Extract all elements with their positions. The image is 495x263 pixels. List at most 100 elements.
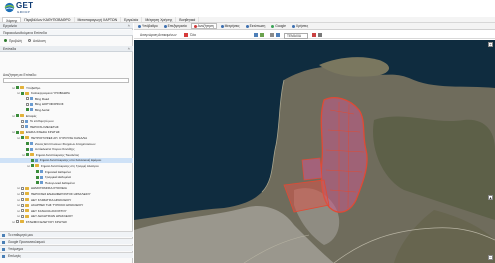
layer-tree-row[interactable]: ⊟ Επαφές bbox=[0, 113, 133, 118]
collapse-icon[interactable]: ⊟ bbox=[12, 114, 15, 118]
layer-checkbox[interactable] bbox=[21, 214, 24, 218]
layer-tree-row[interactable]: ⊟ ΔΕΥ ΚΛΙΜΑΤΙΚΑ ΗΡΑΚΛΕΙΟΥ bbox=[0, 197, 133, 202]
layer-select[interactable]: ΤΕΜΑΧΙΑ bbox=[284, 32, 308, 39]
menu-item-help[interactable]: Βοηθητικά bbox=[176, 17, 200, 22]
select-icon[interactable] bbox=[270, 33, 274, 37]
layer-tree-row[interactable]: ⊟ ΣΤΑΘΜΟΙ ΕΛΕΓΧΟΥ ΚΡΗΤΗΣ bbox=[0, 219, 133, 224]
layer-tree-row[interactable]: ⊟ Καλλιεργούμενα ΥΠΟΒΑΘΡΑ bbox=[0, 91, 133, 96]
layer-checkbox[interactable] bbox=[16, 86, 19, 89]
collapse-icon[interactable]: ⊟ bbox=[17, 198, 20, 202]
layer-checkbox[interactable] bbox=[26, 97, 29, 101]
collapse-icon[interactable]: ⊟ bbox=[12, 130, 15, 134]
layer-checkbox[interactable] bbox=[21, 186, 24, 190]
layer-tree-row[interactable]: Αυτόκλειστα Χώρου Συντάξης bbox=[0, 147, 133, 152]
tab-google[interactable]: Google bbox=[269, 23, 288, 29]
radio-analysis[interactable] bbox=[28, 39, 31, 42]
layer-checkbox[interactable] bbox=[26, 147, 29, 151]
collapse-icon[interactable]: ⊟ bbox=[17, 192, 20, 196]
pan-up-button[interactable]: ▴ bbox=[488, 195, 493, 200]
pan-icon[interactable] bbox=[260, 33, 264, 37]
tab-users[interactable]: Χρήστες bbox=[290, 23, 310, 29]
layer-tree-row[interactable]: ΠΕΡΙΟΧΗ ΜΕΛΕΤΗΣ bbox=[0, 124, 133, 129]
layer-checkbox[interactable] bbox=[21, 119, 24, 123]
layer-checkbox[interactable] bbox=[31, 164, 34, 168]
collapse-icon[interactable]: ⊟ bbox=[17, 91, 20, 95]
layer-checkbox[interactable] bbox=[26, 153, 29, 157]
layer-checkbox[interactable] bbox=[21, 136, 24, 140]
layer-tree-row[interactable]: ⊟ ΠΕΡΙΟΧΕΣ ΕΝΔΙΑΦΕΡΟΝΤΟΣ ΗΡΑΚΛΕΙΟΥ bbox=[0, 191, 133, 196]
panel-header-layers[interactable]: Επίπεδα ˄ bbox=[0, 46, 133, 52]
layer-checkbox[interactable] bbox=[21, 91, 24, 95]
layer-checkbox[interactable] bbox=[36, 175, 39, 179]
identify-icon[interactable] bbox=[184, 33, 188, 37]
layer-checkbox[interactable] bbox=[36, 170, 39, 173]
collapse-icon[interactable]: ⊟ bbox=[17, 136, 20, 140]
layer-tree-row[interactable]: Bing Aerial bbox=[0, 107, 133, 112]
layer-tree-row[interactable]: Σημειακά Δεδομένα bbox=[0, 169, 133, 174]
collapse-icon[interactable]: ⊟ bbox=[12, 220, 15, 224]
panel-header-watched[interactable]: Παρακολουθούμενα Επίπεδα bbox=[0, 30, 133, 36]
layer-tree-row[interactable]: Ζώνες Επιπτώσεων Στοιχείων Αποχετεύσεων bbox=[0, 141, 133, 146]
map-canvas[interactable]: + ▴ − bbox=[134, 40, 495, 263]
clear-icon[interactable] bbox=[312, 33, 316, 37]
accordion-options[interactable]: Επιλογές bbox=[0, 252, 133, 258]
tab-search[interactable]: Αναζήτηση bbox=[190, 23, 217, 29]
layer-checkbox[interactable] bbox=[36, 181, 39, 185]
layer-tree-row[interactable]: ⊟ ΠΕΤΡΟΓΛΥΦΕΣ ΑΠ. ΚΥΡΟΥΣΗ ΚΑΝΑΛΙΑ bbox=[0, 135, 133, 140]
chevron-up-icon[interactable]: ˄ bbox=[128, 23, 130, 29]
layer-checkbox[interactable] bbox=[21, 209, 24, 213]
layer-checkbox[interactable] bbox=[26, 108, 29, 112]
layer-checkbox[interactable] bbox=[26, 102, 29, 106]
zoom-out-button[interactable]: − bbox=[488, 255, 493, 260]
tab-basemap[interactable]: Υπόβαθρο bbox=[136, 23, 160, 29]
layer-tree-row[interactable]: ⊟ Σημεία Ανταπόκρισης Τουαλέτας bbox=[0, 152, 133, 157]
layer-tree-row[interactable]: Bing Road bbox=[0, 96, 133, 101]
layer-tree-row[interactable]: Το επιθυμητό μου bbox=[0, 119, 133, 124]
layer-tree-row[interactable]: ⊟ ΔΕΥ ΑΘΛΗΤΙΚΩΝ ΗΡΑΚΛΕΙΟΥ bbox=[0, 214, 133, 219]
layer-checkbox[interactable] bbox=[21, 198, 24, 201]
layer-checkbox[interactable] bbox=[16, 220, 19, 224]
layer-search-input[interactable] bbox=[3, 78, 129, 83]
satellite-map[interactable] bbox=[134, 40, 495, 263]
tab-measure[interactable]: Μετρήσεις bbox=[219, 23, 242, 29]
accordion-google[interactable]: Google Προσανατολισμού bbox=[0, 238, 133, 244]
parcel-overlay-3[interactable] bbox=[301, 157, 323, 181]
layer-tree-row[interactable]: Bing ΔΟΡΥΦΟΡΙΚΟΣ bbox=[0, 102, 133, 107]
layer-tree-row[interactable]: ⊟ ΕΙΔΙΚΑ ΣΧΕΔΙΑ ΚΡΗΤΗΣ bbox=[0, 130, 133, 135]
collapse-icon[interactable]: ⊟ bbox=[17, 186, 20, 190]
zoom-in-button[interactable]: + bbox=[488, 42, 493, 47]
collapse-icon[interactable]: ⊟ bbox=[17, 203, 20, 207]
layer-checkbox[interactable] bbox=[16, 130, 19, 134]
radio-view[interactable] bbox=[4, 39, 7, 42]
panel-header-tools[interactable]: Εργαλεία ˄ bbox=[0, 23, 133, 29]
layer-checkbox[interactable] bbox=[31, 158, 34, 162]
collapse-icon[interactable]: ⊟ bbox=[22, 153, 25, 157]
accordion-favorites[interactable]: Το επιθυμητό μου bbox=[0, 231, 133, 237]
tab-edit[interactable]: Επεξεργασία bbox=[162, 23, 189, 29]
layer-tree-row[interactable]: Πολυγωνικά Δεδομένα bbox=[0, 180, 133, 185]
layer-tree-row[interactable]: Σημεία Ανταπόκρισης υπό Κατασκευή Δρόμου bbox=[0, 157, 133, 163]
menu-item-maps[interactable]: Μεταπαραγωγή ΧΑΡΤΩΝ bbox=[75, 17, 122, 22]
menu-item-tools[interactable]: Εργαλεία bbox=[121, 17, 143, 22]
polygon-icon[interactable] bbox=[276, 33, 280, 37]
menu-item-environment[interactable]: Περιβάλλον ΚΑΘΥΠΟΒΑΘΡΟ bbox=[21, 17, 75, 22]
collapse-icon[interactable]: ⊟ bbox=[17, 214, 20, 218]
layer-tree-row[interactable]: ⊟ ΑΚΑΡΠΕΣ ΤΗΣ ΤΥΡΚΙΚΟ ΗΡΑΚΛΕΙΟΥ bbox=[0, 203, 133, 208]
layer-tree-row[interactable]: ⊟ Σημεία Ανταπόκρισης στη Γραμμή Αλλαγών bbox=[0, 163, 133, 168]
collapse-icon[interactable]: ⊟ bbox=[27, 164, 30, 168]
layer-checkbox[interactable] bbox=[21, 125, 24, 129]
accordion-legend[interactable]: Υπόμνημα bbox=[0, 245, 133, 251]
collapse-icon[interactable]: ⊟ bbox=[17, 209, 20, 213]
layer-tree-row[interactable]: Γραμμικά Δεδομένα bbox=[0, 175, 133, 180]
settings-icon[interactable] bbox=[318, 33, 322, 37]
layer-checkbox[interactable] bbox=[16, 114, 19, 117]
layer-tree-row[interactable]: ⊟ ΔΗΜΟΓΡΑΦΙΚΑ ΣΤΟΙΧΕΙΑ bbox=[0, 186, 133, 191]
layer-checkbox[interactable] bbox=[26, 142, 29, 145]
layer-checkbox[interactable] bbox=[21, 203, 24, 207]
tab-print[interactable]: Εκτύπωση bbox=[244, 23, 268, 29]
chevron-up-icon[interactable]: ˄ bbox=[128, 46, 130, 52]
zoom-in-icon[interactable] bbox=[254, 33, 258, 37]
layer-tree-row[interactable]: ⊟ ΔΕΥ ΚΑΝΑΛΙΑ ΑΝΟΙΧΤΟΥ bbox=[0, 208, 133, 213]
collapse-icon[interactable]: ⊟ bbox=[12, 86, 15, 90]
menu-item-map[interactable]: Χάρτης bbox=[2, 17, 22, 23]
